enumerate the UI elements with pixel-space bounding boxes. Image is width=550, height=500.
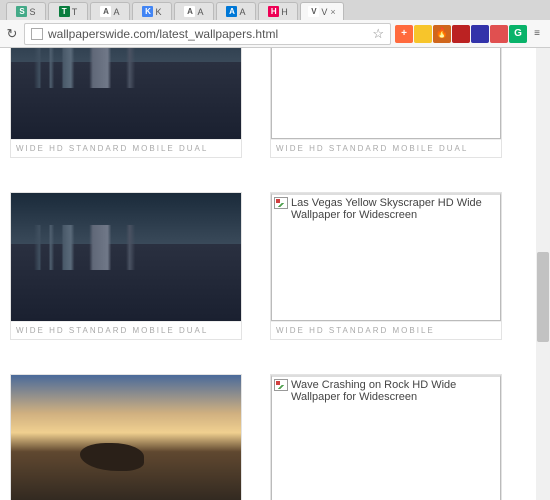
wallpaper-thumb[interactable]: Las Vegas Yellow Skyscraper HD Wide Wall… xyxy=(271,193,501,321)
address-bar: ↻ wallpaperswide.com/latest_wallpapers.h… xyxy=(0,20,550,48)
browser-tab[interactable]: TT xyxy=(48,2,88,20)
extensions: + 🔥 G≡ xyxy=(395,25,546,43)
browser-tab[interactable]: AA xyxy=(90,2,130,20)
wallpaper-card[interactable]: WIDE HD STANDARD MOBILE DUAL xyxy=(10,192,242,340)
wallpaper-thumb[interactable] xyxy=(271,48,501,139)
extension-icon[interactable]: + xyxy=(395,25,413,43)
wallpaper-thumb[interactable] xyxy=(11,375,241,500)
format-labels: WIDE HD STANDARD MOBILE DUAL xyxy=(271,139,501,157)
format-labels: WIDE HD STANDARD MOBILE xyxy=(271,321,501,339)
wallpaper-card[interactable]: WIDE HD STANDARD MOBILE DUAL xyxy=(10,374,242,500)
wallpaper-card[interactable]: WIDE HD STANDARD MOBILE DUAL xyxy=(10,48,242,158)
page-icon xyxy=(31,28,43,40)
extension-icon[interactable] xyxy=(471,25,489,43)
broken-image-icon xyxy=(274,379,288,391)
url-input[interactable]: wallpaperswide.com/latest_wallpapers.htm… xyxy=(24,23,391,45)
scrollbar[interactable] xyxy=(536,48,550,500)
close-icon[interactable]: × xyxy=(330,7,335,17)
format-labels: WIDE HD STANDARD MOBILE DUAL xyxy=(11,321,241,339)
tabs-bar: SSTTAAKKAAAAHHVV× xyxy=(0,0,550,20)
browser-tab[interactable]: HH xyxy=(258,2,298,20)
wallpaper-card[interactable]: Wave Crashing on Rock HD Wide Wallpaper … xyxy=(270,374,502,500)
browser-tab[interactable]: VV× xyxy=(300,2,344,20)
reload-icon[interactable]: ↻ xyxy=(4,26,20,42)
wallpaper-grid: WIDE HD STANDARD MOBILE DUAL WIDE HD STAN… xyxy=(0,48,530,500)
wallpaper-card[interactable]: WIDE HD STANDARD MOBILE DUAL xyxy=(270,48,502,158)
format-labels: WIDE HD STANDARD MOBILE DUAL xyxy=(11,139,241,157)
broken-image-icon xyxy=(274,197,288,209)
wallpaper-thumb[interactable] xyxy=(11,193,241,321)
url-text: wallpaperswide.com/latest_wallpapers.htm… xyxy=(48,27,278,41)
extension-icon[interactable]: G xyxy=(509,25,527,43)
extension-icon[interactable] xyxy=(452,25,470,43)
browser-tab[interactable]: AA xyxy=(216,2,256,20)
wallpaper-card[interactable]: Las Vegas Yellow Skyscraper HD Wide Wall… xyxy=(270,192,502,340)
content-area: WIDE HD STANDARD MOBILE DUAL WIDE HD STAN… xyxy=(0,48,550,500)
bookmark-star-icon[interactable]: ☆ xyxy=(372,26,384,42)
browser-tab[interactable]: AA xyxy=(174,2,214,20)
extension-icon[interactable] xyxy=(414,25,432,43)
extension-icon[interactable] xyxy=(490,25,508,43)
wallpaper-thumb[interactable] xyxy=(11,48,241,139)
alt-text: Wave Crashing on Rock HD Wide Wallpaper … xyxy=(291,379,498,403)
wallpaper-thumb[interactable]: Wave Crashing on Rock HD Wide Wallpaper … xyxy=(271,375,501,500)
browser-tab[interactable]: KK xyxy=(132,2,172,20)
scroll-thumb[interactable] xyxy=(537,252,549,342)
alt-text: Las Vegas Yellow Skyscraper HD Wide Wall… xyxy=(291,197,498,221)
extension-icon[interactable]: 🔥 xyxy=(433,25,451,43)
browser-tab[interactable]: SS xyxy=(6,2,46,20)
extension-icon[interactable]: ≡ xyxy=(528,25,546,43)
